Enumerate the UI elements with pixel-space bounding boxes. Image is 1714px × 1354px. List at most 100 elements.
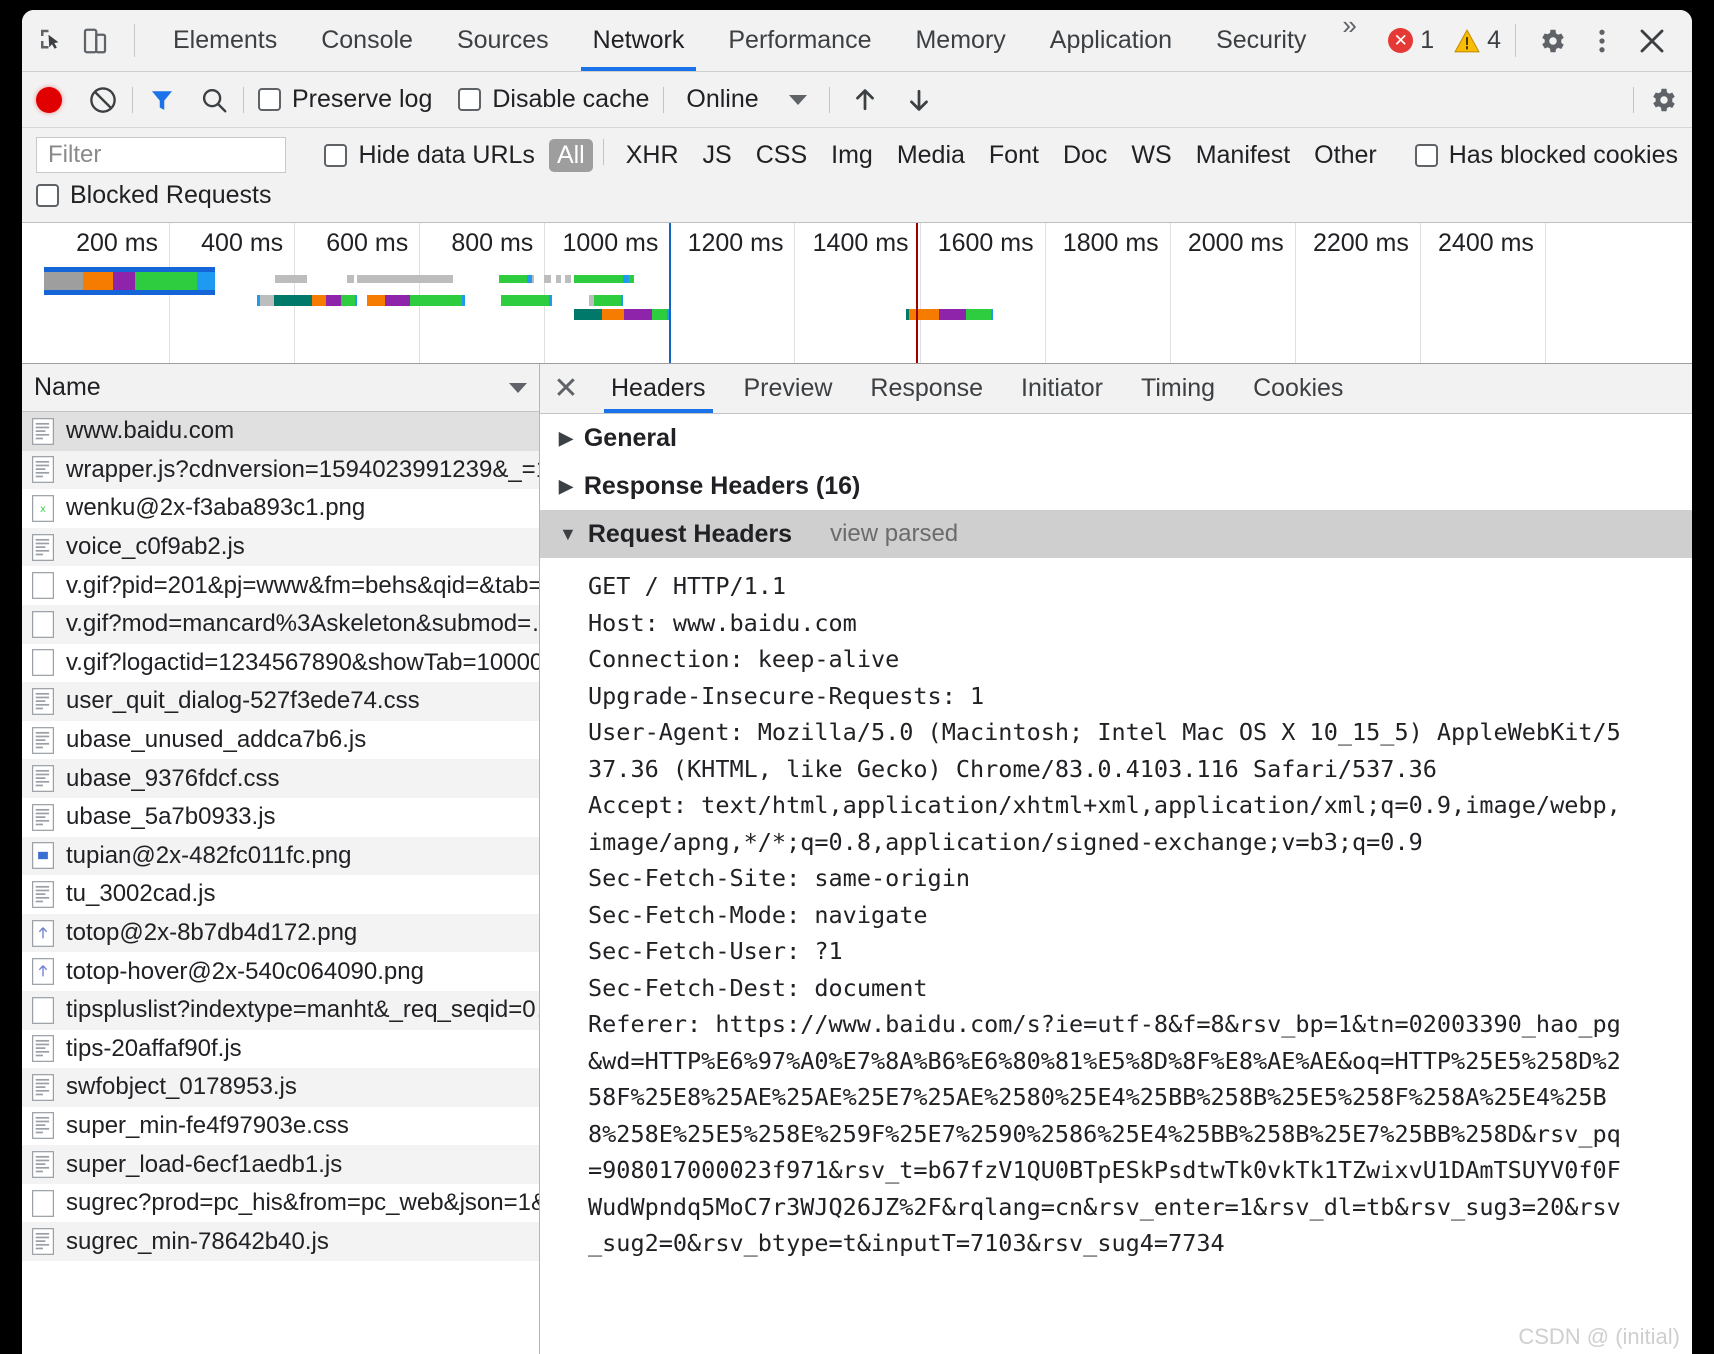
tab-performance[interactable]: Performance	[706, 10, 893, 71]
table-row[interactable]: tipspluslist?indextype=manht&_req_seqid=…	[22, 990, 539, 1030]
overview-tick-label: 400 ms	[201, 229, 284, 257]
search-icon[interactable]	[199, 85, 229, 115]
table-row[interactable]: super_load-6ecf1aedb1.js	[22, 1145, 539, 1184]
table-row[interactable]: v.gif?logactid=1234567890&showTab=10000…	[22, 644, 539, 683]
filter-type-js[interactable]: JS	[691, 139, 744, 172]
disable-cache-checkbox[interactable]: Disable cache	[458, 85, 649, 114]
tab-application[interactable]: Application	[1028, 10, 1194, 71]
tab-headers[interactable]: Headers	[592, 364, 725, 413]
kebab-menu-icon[interactable]	[1580, 19, 1624, 63]
tab-response[interactable]: Response	[851, 364, 1002, 413]
table-row[interactable]: www.baidu.com	[22, 412, 539, 451]
filter-funnel-button[interactable]	[147, 85, 177, 115]
chevron-down-icon[interactable]	[509, 382, 527, 393]
overview-request-bar	[367, 295, 465, 306]
gear-icon[interactable]	[1530, 19, 1574, 63]
table-row[interactable]: tips-20affaf90f.js	[22, 1030, 539, 1069]
filter-type-other[interactable]: Other	[1302, 139, 1389, 172]
section-response-headers[interactable]: ▶ Response Headers (16)	[540, 462, 1692, 510]
preserve-log-checkbox[interactable]: Preserve log	[258, 85, 432, 114]
warning-count: 4	[1487, 26, 1501, 54]
filter-type-media[interactable]: Media	[885, 139, 977, 172]
image-arrow-icon	[32, 919, 54, 947]
filter-type-font[interactable]: Font	[977, 139, 1051, 172]
filter-type-ws[interactable]: WS	[1119, 139, 1183, 172]
overview-bar-segment	[326, 295, 342, 306]
overview-bar-segment	[526, 275, 532, 283]
table-row[interactable]: sugrec?prod=pc_his&from=pc_web&json=1&…	[22, 1184, 539, 1223]
overview-request-bar	[564, 275, 572, 283]
tab-timing[interactable]: Timing	[1122, 364, 1234, 413]
table-row[interactable]: wrapper.js?cdnversion=1594023991239&_=1…	[22, 450, 539, 490]
table-row[interactable]: x wenku@2x-f3aba893c1.png	[22, 489, 539, 528]
more-tabs-icon[interactable]: »	[1328, 10, 1370, 71]
view-parsed-link[interactable]: view parsed	[830, 520, 958, 548]
record-button[interactable]	[36, 86, 62, 113]
script-icon	[32, 1151, 54, 1179]
tab-memory[interactable]: Memory	[893, 10, 1027, 71]
table-row[interactable]: totop-hover@2x-540c064090.png	[22, 952, 539, 991]
section-general[interactable]: ▶ General	[540, 414, 1692, 462]
error-badge[interactable]: ✕ 1	[1388, 26, 1434, 55]
section-request-headers[interactable]: ▼ Request Headers view parsed	[540, 510, 1692, 558]
filter-type-manifest[interactable]: Manifest	[1184, 139, 1302, 172]
request-name: ubase_9376fdcf.css	[66, 764, 280, 792]
warning-badge[interactable]: 4	[1454, 26, 1501, 55]
table-row[interactable]: sugrec_min-78642b40.js	[22, 1222, 539, 1262]
inspect-element-icon[interactable]	[36, 26, 66, 56]
table-row[interactable]: tupian@2x-482fc011fc.png	[22, 836, 539, 876]
table-row[interactable]: totop@2x-8b7db4d172.png	[22, 913, 539, 953]
table-row[interactable]: voice_c0f9ab2.js	[22, 527, 539, 567]
blank-icon	[32, 572, 54, 600]
tab-sources[interactable]: Sources	[435, 10, 571, 71]
tab-network[interactable]: Network	[571, 10, 707, 71]
has-blocked-cookies-checkbox[interactable]: Has blocked cookies	[1414, 141, 1678, 170]
table-row[interactable]: ubase_5a7b0933.js	[22, 798, 539, 837]
overview-bar-segment	[555, 275, 561, 283]
network-overview-timeline[interactable]: 200 ms 400 ms 600 ms 800 ms 1000 ms 1200 ms 14…	[22, 222, 1692, 364]
tab-cookies[interactable]: Cookies	[1234, 364, 1362, 413]
table-row[interactable]: user_quit_dialog-527f3ede74.css	[22, 682, 539, 721]
clear-button[interactable]	[88, 85, 118, 115]
filter-type-all[interactable]: All	[548, 138, 593, 172]
table-row[interactable]: v.gif?mod=mancard%3Askeleton&submod=…	[22, 604, 539, 644]
filter-type-doc[interactable]: Doc	[1051, 139, 1119, 172]
table-row[interactable]: tu_3002cad.js	[22, 875, 539, 914]
request-name: totop@2x-8b7db4d172.png	[66, 919, 358, 947]
tab-security[interactable]: Security	[1194, 10, 1328, 71]
close-icon[interactable]	[1630, 19, 1674, 63]
checkbox-box	[458, 88, 482, 111]
filter-type-css[interactable]: CSS	[744, 139, 819, 172]
tab-preview[interactable]: Preview	[725, 364, 852, 413]
triangle-down-icon: ▼	[559, 523, 577, 544]
table-row[interactable]: swfobject_0178953.js	[22, 1068, 539, 1107]
overview-request-bar	[274, 275, 308, 283]
filter-type-img[interactable]: Img	[819, 139, 885, 172]
filter-input[interactable]: Filter	[36, 137, 287, 173]
tab-initiator[interactable]: Initiator	[1002, 364, 1122, 413]
blocked-requests-checkbox[interactable]: Blocked Requests	[36, 181, 272, 210]
network-settings-gear-icon[interactable]	[1648, 85, 1678, 115]
overview-bar-segment	[601, 309, 625, 320]
close-detail-icon[interactable]: ✕	[540, 364, 592, 413]
export-har-button[interactable]	[904, 85, 934, 115]
table-row[interactable]: ubase_9376fdcf.css	[22, 759, 539, 798]
overview-bar-segment	[624, 309, 652, 320]
table-row[interactable]: v.gif?pid=201&pj=www&fm=behs&qid=&tab=…	[22, 566, 539, 605]
tab-console[interactable]: Console	[299, 10, 435, 71]
import-har-button[interactable]	[850, 85, 880, 115]
tab-elements[interactable]: Elements	[151, 10, 299, 71]
table-row[interactable]: super_min-fe4f97903e.css	[22, 1107, 539, 1146]
overview-bar-segment	[82, 272, 113, 290]
overview-request-bar	[544, 275, 551, 283]
main-tabs: Elements Console Sources Network Perform…	[151, 10, 1371, 71]
request-list-header[interactable]: Name	[22, 364, 539, 412]
overview-bar-segment	[629, 275, 635, 283]
device-toolbar-icon[interactable]	[80, 26, 110, 56]
overview-bar-segment	[312, 295, 327, 306]
hide-data-urls-checkbox[interactable]: Hide data URLs	[324, 141, 535, 170]
table-row[interactable]: ubase_unused_addca7b6.js	[22, 721, 539, 760]
filter-type-xhr[interactable]: XHR	[614, 139, 691, 172]
throttling-select[interactable]: Online	[678, 85, 814, 114]
overview-bar-segment	[356, 275, 453, 283]
